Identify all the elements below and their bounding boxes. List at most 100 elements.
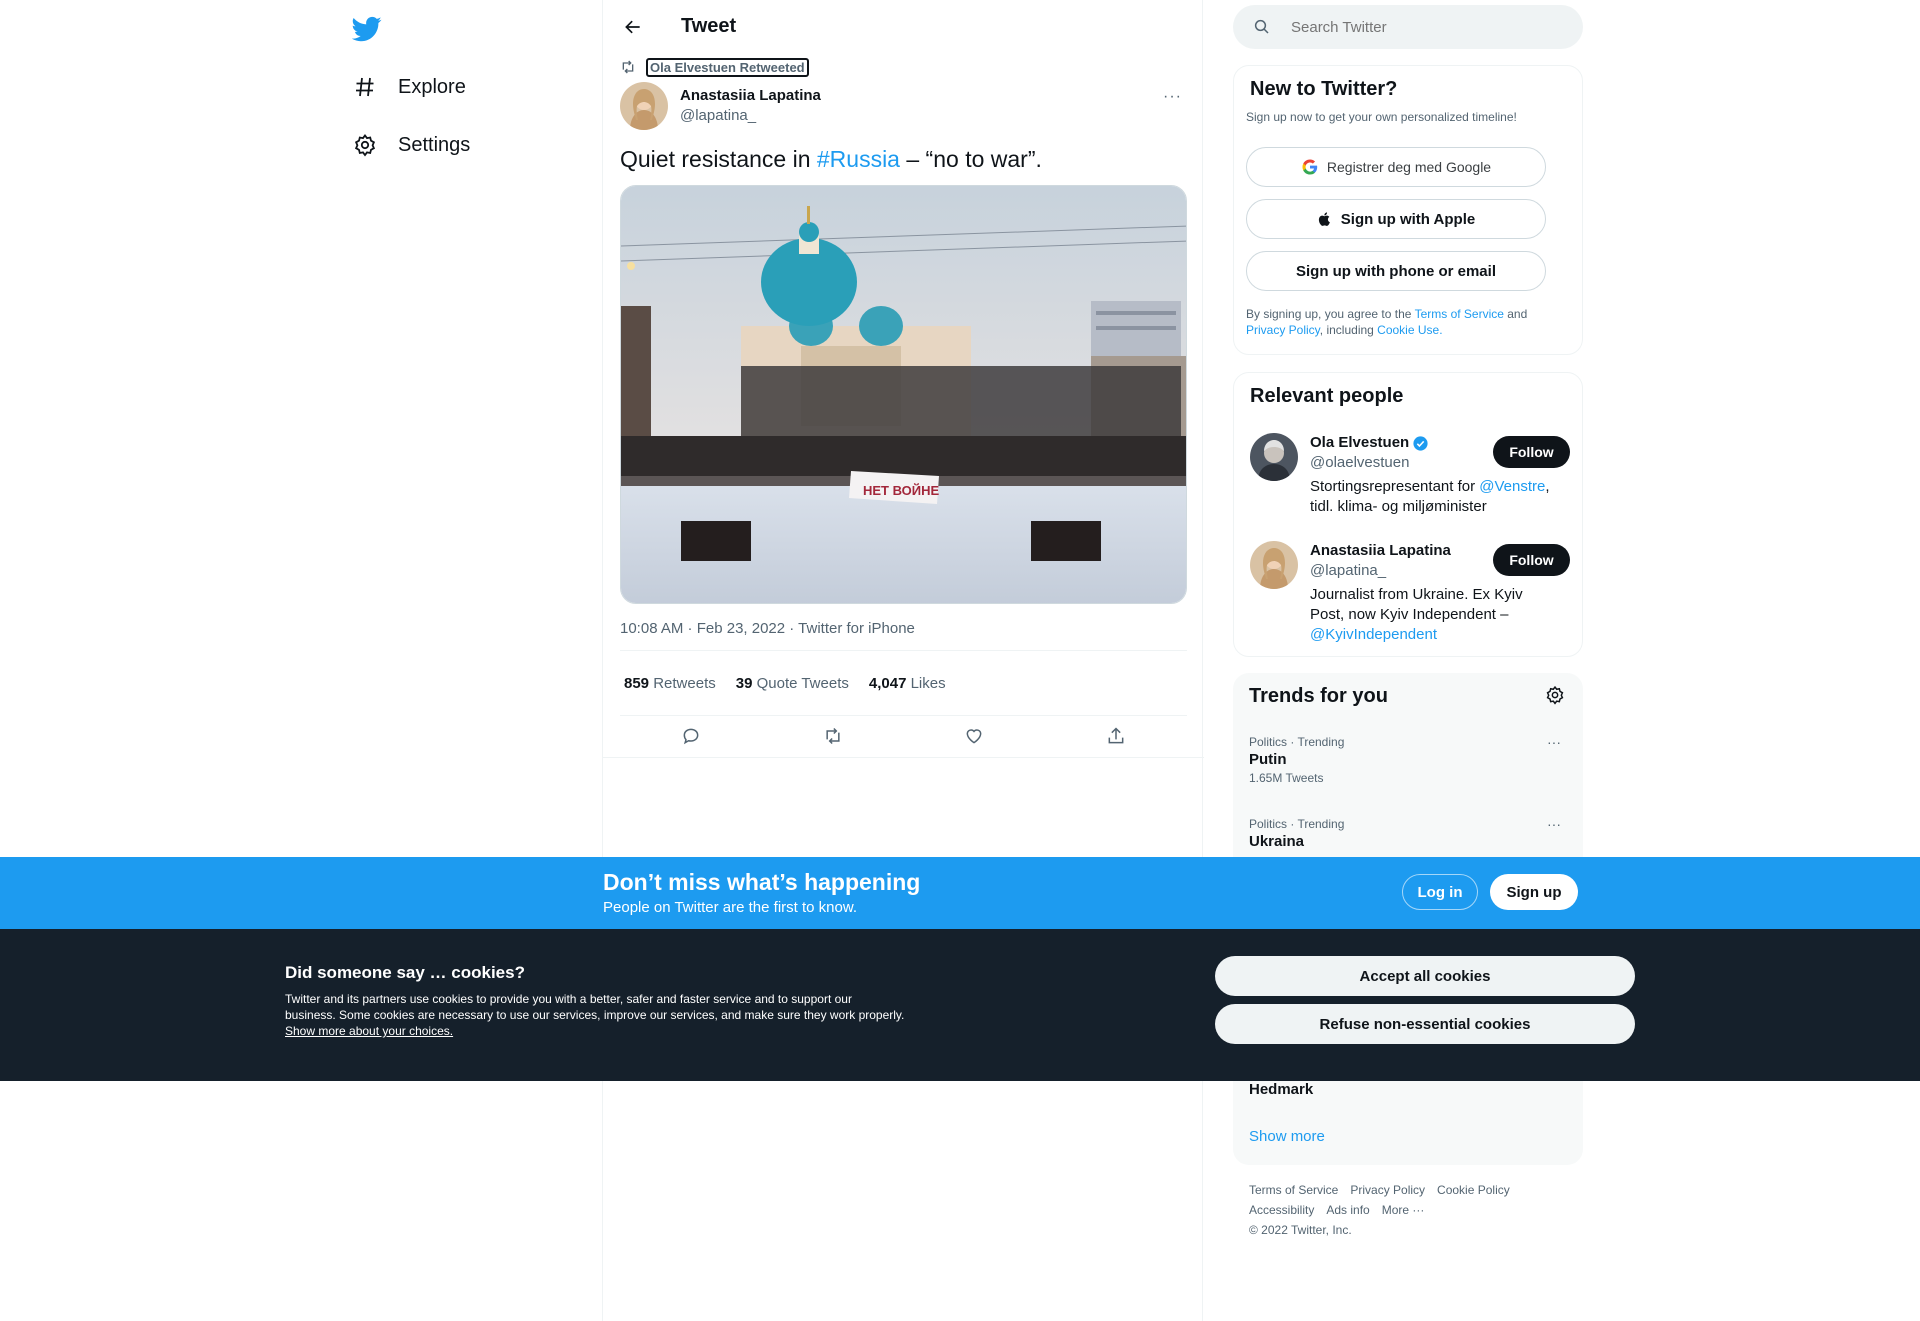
- avatar[interactable]: [1250, 541, 1298, 589]
- retweet-context: Ola Elvestuen Retweeted: [620, 58, 809, 77]
- author-name[interactable]: Anastasiia Lapatina: [680, 86, 821, 106]
- retweets-stat[interactable]: 859 Retweets: [624, 675, 716, 692]
- terms-link[interactable]: Terms of Service: [1415, 307, 1504, 321]
- accept-cookies-button[interactable]: Accept all cookies: [1215, 956, 1635, 996]
- trend-name: Ukraina: [1249, 833, 1305, 850]
- phone-signup-label: Sign up with phone or email: [1295, 262, 1496, 280]
- trend-item[interactable]: Politics · Trending Putin 1.65M Tweets ·…: [1249, 734, 1569, 786]
- signup-subtitle: Sign up now to get your own personalized…: [1246, 110, 1517, 124]
- verified-badge-icon: [1412, 435, 1429, 452]
- nav-settings-label: Settings: [398, 133, 471, 156]
- more-options-icon[interactable]: ···: [1547, 734, 1561, 750]
- retweets-count: 859: [624, 674, 650, 692]
- twitter-bird-icon[interactable]: [351, 14, 384, 46]
- cookie-body: Twitter and its partners use cookies to …: [285, 992, 905, 1022]
- tweet-header: Tweet: [603, 0, 1202, 53]
- relevant-people-card: Relevant people Ola Elvestuen @olaelvest…: [1233, 372, 1583, 657]
- legal-part-3: , including: [1319, 323, 1378, 337]
- cookie-use-link[interactable]: Cookie Use.: [1377, 323, 1442, 337]
- legal-part-1: By signing up, you agree to the: [1246, 307, 1415, 321]
- retweet-icon: [620, 59, 638, 77]
- gear-icon[interactable]: [1545, 685, 1567, 707]
- nav-explore-label: Explore: [398, 75, 466, 98]
- google-signup-button[interactable]: Registrer deg med Google: [1246, 147, 1546, 187]
- apple-signup-button[interactable]: Sign up with Apple: [1246, 199, 1546, 239]
- person-bio-text: Stortingsrepresentant for: [1310, 478, 1480, 495]
- trend-item[interactable]: Politics · Trending Ukraina ···: [1249, 816, 1569, 852]
- signup-prompt-bar: Don’t miss what’s happening People on Tw…: [0, 857, 1920, 929]
- follow-button[interactable]: Follow: [1493, 544, 1570, 576]
- google-icon: [1301, 158, 1319, 176]
- person-name[interactable]: Ola Elvestuen: [1310, 433, 1409, 453]
- signup-title: New to Twitter?: [1250, 78, 1398, 100]
- nav-settings[interactable]: Settings: [352, 121, 470, 169]
- signup-button[interactable]: Sign up: [1490, 874, 1578, 910]
- nav-explore[interactable]: Explore: [352, 63, 466, 111]
- tweet-photo[interactable]: НЕТ ВОЙНЕ: [620, 185, 1187, 604]
- quote-tweets-label: Quote Tweets: [756, 674, 849, 692]
- cookie-title: Did someone say … cookies?: [285, 963, 525, 982]
- more-options-icon[interactable]: ···: [1163, 88, 1182, 106]
- google-signup-label: Registrer deg med Google: [1326, 159, 1492, 175]
- person-bio: Journalist from Ukraine. Ex Kyiv Post, n…: [1310, 585, 1560, 645]
- show-more-link[interactable]: Show more: [1249, 1128, 1325, 1145]
- cookie-choices-link[interactable]: Show more about your choices.: [285, 1024, 453, 1038]
- footer-more-link[interactable]: More ···: [1382, 1203, 1425, 1217]
- bio-mention-link[interactable]: @Venstre: [1479, 478, 1545, 495]
- author-handle[interactable]: @lapatina_: [680, 106, 821, 126]
- prompt-subtitle: People on Twitter are the first to know.: [603, 899, 858, 916]
- search-box[interactable]: [1233, 5, 1583, 49]
- protest-banner-text: НЕТ ВОЙНЕ: [863, 483, 940, 498]
- trend-name: Putin: [1249, 751, 1287, 768]
- person-bio: Stortingsrepresentant for @Venstre, tidl…: [1310, 477, 1560, 517]
- quote-tweets-count: 39: [735, 674, 753, 692]
- like-heart-icon[interactable]: [961, 723, 987, 749]
- cookie-banner: Did someone say … cookies? Twitter and i…: [0, 929, 1920, 1081]
- tweet-text-prefix: Quiet resistance in: [620, 146, 817, 172]
- tweet-stats: 859 Retweets 39 Quote Tweets 4,047 Likes: [620, 650, 1187, 716]
- share-icon[interactable]: [1103, 723, 1129, 749]
- login-button[interactable]: Log in: [1402, 874, 1478, 910]
- tweet-text: Quiet resistance in #Russia – “no to war…: [620, 144, 1042, 174]
- bio-mention-link[interactable]: @KyivIndependent: [1310, 626, 1437, 643]
- back-arrow-icon[interactable]: [619, 13, 647, 41]
- person-bio-text: Journalist from Ukraine. Ex Kyiv Post, n…: [1310, 586, 1523, 623]
- likes-stat[interactable]: 4,047 Likes: [869, 675, 946, 692]
- footer-links: Terms of Service Privacy Policy Cookie Pol…: [1249, 1180, 1569, 1240]
- signup-card: New to Twitter? Sign up now to get your …: [1233, 65, 1583, 355]
- quote-tweets-stat[interactable]: 39 Quote Tweets: [736, 675, 849, 692]
- retweet-icon[interactable]: [820, 723, 846, 749]
- gear-icon: [352, 132, 378, 158]
- page-title: Tweet: [681, 15, 737, 37]
- divider: [603, 757, 1204, 758]
- footer-link[interactable]: Cookie Policy: [1437, 1183, 1510, 1197]
- refuse-cookies-button[interactable]: Refuse non-essential cookies: [1215, 1004, 1635, 1044]
- tweet-author: Anastasiia Lapatina @lapatina_ ···: [620, 82, 1190, 130]
- reply-icon[interactable]: [678, 723, 704, 749]
- apple-signup-label: Sign up with Apple: [1340, 210, 1476, 228]
- avatar[interactable]: [620, 82, 668, 130]
- main-column: Tweet Ola Elvestuen Retweeted Anastasiia…: [602, 0, 1204, 1321]
- tweet-text-suffix: – “no to war”.: [899, 146, 1042, 172]
- tweet-timestamp[interactable]: 10:08 AM · Feb 23, 2022 · Twitter for iP…: [620, 620, 915, 637]
- relevant-people-title: Relevant people: [1250, 385, 1404, 407]
- signup-legal-text: By signing up, you agree to the Terms of…: [1246, 306, 1566, 338]
- trend-item[interactable]: Hedmark: [1249, 1080, 1569, 1100]
- prompt-title: Don’t miss what’s happening: [603, 869, 921, 895]
- footer-link[interactable]: Terms of Service: [1249, 1183, 1338, 1197]
- trend-count: 1.65M Tweets: [1249, 771, 1324, 785]
- footer-link[interactable]: Ads info: [1326, 1203, 1369, 1217]
- search-input[interactable]: [1291, 18, 1551, 36]
- hashtag-link[interactable]: #Russia: [817, 146, 900, 172]
- phone-email-signup-button[interactable]: Sign up with phone or email: [1246, 251, 1546, 291]
- follow-button[interactable]: Follow: [1493, 436, 1570, 468]
- footer-link[interactable]: Accessibility: [1249, 1203, 1314, 1217]
- more-options-icon[interactable]: ···: [1547, 816, 1561, 832]
- retweeted-by-link[interactable]: Ola Elvestuen Retweeted: [646, 58, 809, 77]
- trends-title: Trends for you: [1249, 685, 1388, 707]
- avatar[interactable]: [1250, 433, 1298, 481]
- footer-link[interactable]: Privacy Policy: [1350, 1183, 1425, 1197]
- cookie-text: Twitter and its partners use cookies to …: [285, 991, 905, 1039]
- legal-part-2: and: [1503, 307, 1528, 321]
- privacy-link[interactable]: Privacy Policy: [1246, 323, 1320, 337]
